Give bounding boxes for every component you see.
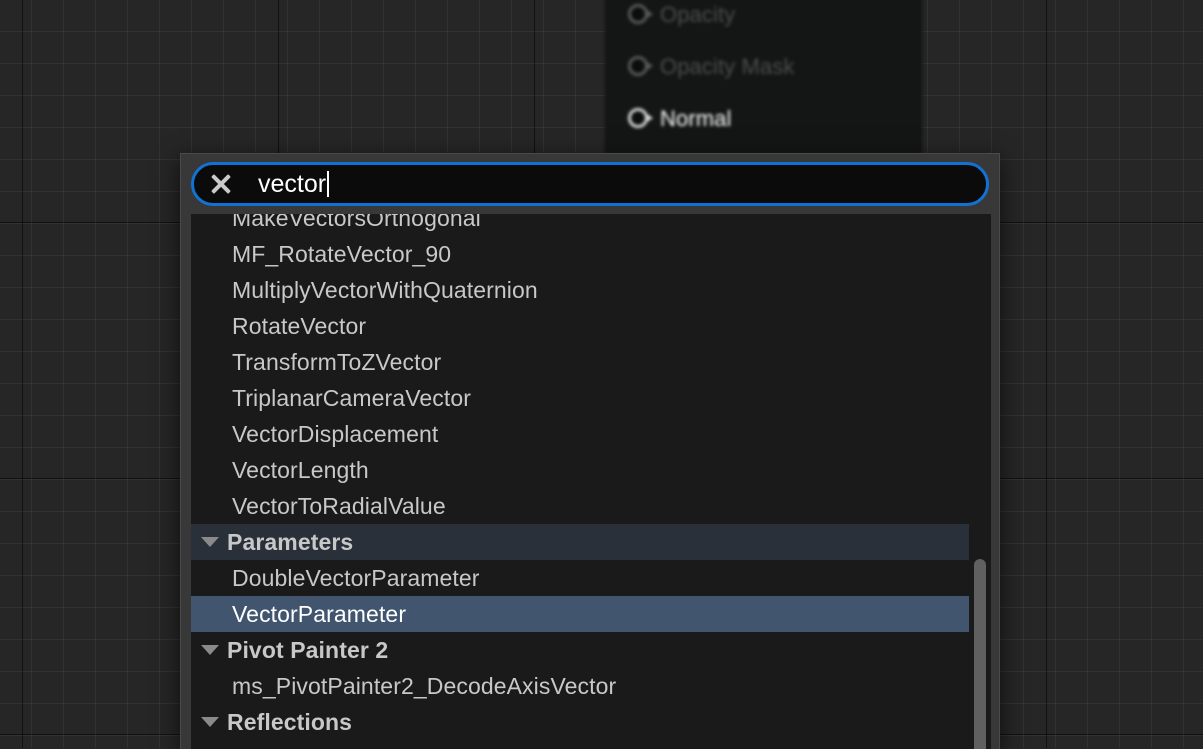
result-item-label: MakeVectorsOrthogonal xyxy=(205,214,481,232)
result-item-row[interactable]: MF_RotateVector_90 xyxy=(191,236,991,272)
result-category-row[interactable]: Pivot Painter 2 xyxy=(191,632,991,668)
result-item-label: TransformToZVector xyxy=(205,349,441,376)
node-pin-label: Opacity Mask xyxy=(660,54,794,80)
result-item-label: CustomReflectionVector xyxy=(205,745,481,749)
pin-connector-icon[interactable] xyxy=(628,108,650,130)
chevron-down-icon[interactable] xyxy=(201,717,219,727)
result-item-row[interactable]: MultiplyVectorWithQuaternion xyxy=(191,272,991,308)
result-item-label: VectorLength xyxy=(205,457,369,484)
result-item-row[interactable]: ms_PivotPainter2_DecodeAxisVector xyxy=(191,668,991,704)
result-item-label: MF_RotateVector_90 xyxy=(205,241,451,268)
result-item-label: VectorToRadialValue xyxy=(205,493,446,520)
close-x-icon[interactable] xyxy=(206,169,236,199)
result-category-row[interactable]: Parameters xyxy=(191,524,969,560)
search-input[interactable]: vector xyxy=(236,165,986,203)
result-item-label: ms_PivotPainter2_DecodeAxisVector xyxy=(205,673,616,700)
node-search-popup[interactable]: vector MakeVectorsOrthogonal MF_RotateVec… xyxy=(180,153,1000,749)
result-item-row[interactable]: VectorDisplacement xyxy=(191,416,991,452)
result-item-row[interactable]: VectorToRadialValue xyxy=(191,488,991,524)
chevron-down-icon[interactable] xyxy=(201,645,219,655)
result-item-row[interactable]: TransformToZVector xyxy=(191,344,991,380)
node-pin-label: Opacity xyxy=(660,2,735,28)
result-item-label: VectorParameter xyxy=(205,601,406,628)
chevron-down-icon[interactable] xyxy=(201,537,219,547)
results-scrollbar-thumb[interactable] xyxy=(974,559,986,749)
result-item-label: VectorDisplacement xyxy=(205,421,438,448)
result-item-row[interactable]: VectorParameter xyxy=(191,596,969,632)
pin-connector-icon[interactable] xyxy=(628,56,650,78)
result-category-label: Parameters xyxy=(227,529,353,556)
result-item-row[interactable]: MakeVectorsOrthogonal xyxy=(191,214,991,236)
node-pin-normal[interactable]: Normal xyxy=(606,93,921,145)
node-pin-opacity-mask[interactable]: Opacity Mask xyxy=(606,41,921,93)
result-item-label: RotateVector xyxy=(205,313,366,340)
search-bar[interactable]: vector xyxy=(191,162,989,206)
results-scrollbar[interactable] xyxy=(973,214,987,749)
result-item-row[interactable]: VectorLength xyxy=(191,452,991,488)
material-graph-canvas[interactable]: Opacity Opacity Mask Normal vector Make xyxy=(0,0,1203,748)
search-input-value: vector xyxy=(258,172,326,197)
node-pin-opacity[interactable]: Opacity xyxy=(606,0,921,41)
result-category-row[interactable]: Reflections xyxy=(191,704,991,740)
pin-connector-icon[interactable] xyxy=(628,4,650,26)
result-item-row[interactable]: DoubleVectorParameter xyxy=(191,560,991,596)
search-results-list[interactable]: MakeVectorsOrthogonal MF_RotateVector_90 M… xyxy=(191,214,991,749)
text-caret xyxy=(327,171,329,197)
material-output-node[interactable]: Opacity Opacity Mask Normal xyxy=(605,0,922,154)
result-category-label: Pivot Painter 2 xyxy=(227,637,388,664)
result-category-label: Reflections xyxy=(227,709,352,736)
node-pin-label: Normal xyxy=(660,106,732,132)
result-item-row[interactable]: RotateVector xyxy=(191,308,991,344)
result-item-label: MultiplyVectorWithQuaternion xyxy=(205,277,538,304)
result-item-label: TriplanarCameraVector xyxy=(205,385,471,412)
result-item-row[interactable]: TriplanarCameraVector xyxy=(191,380,991,416)
result-item-label: DoubleVectorParameter xyxy=(205,565,480,592)
